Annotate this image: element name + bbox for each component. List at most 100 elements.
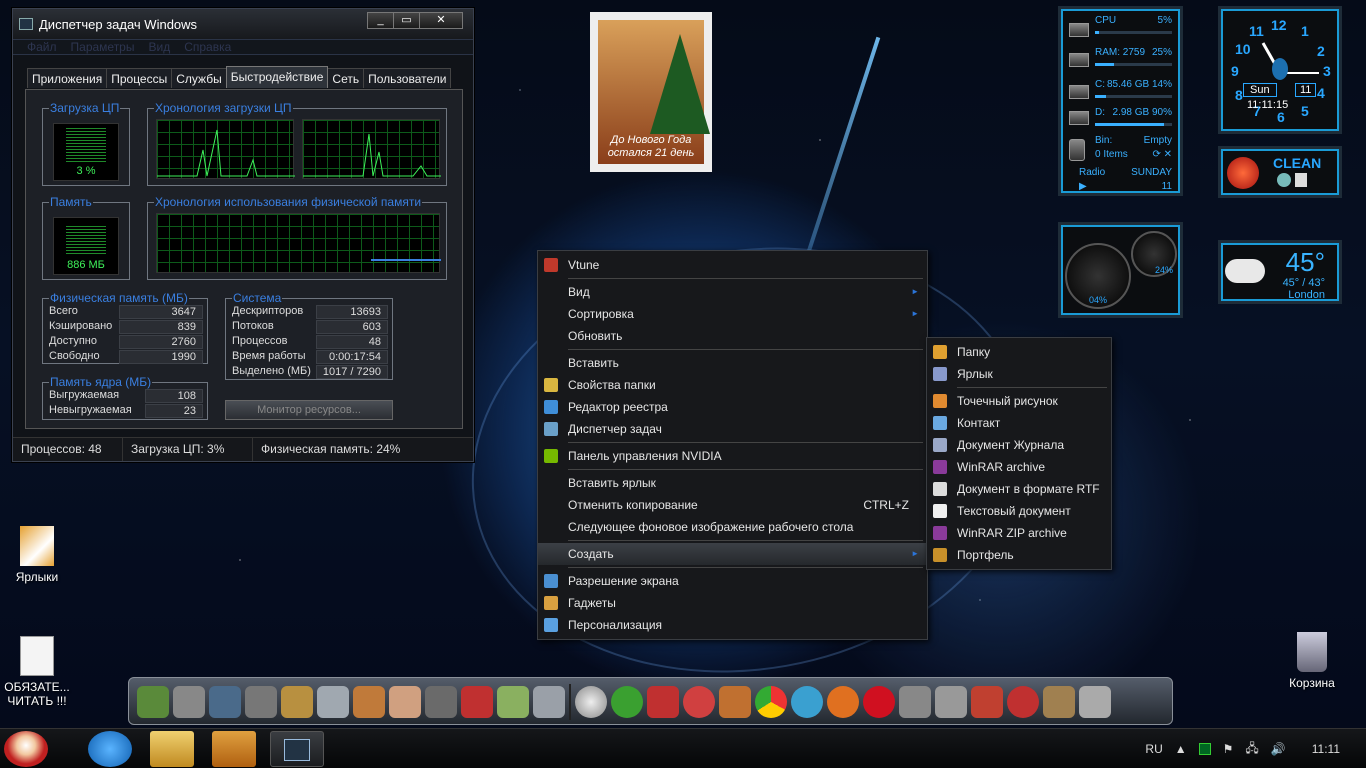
context-menu-item[interactable]: Обновить bbox=[538, 325, 927, 347]
dock-scanner-icon[interactable] bbox=[281, 686, 313, 718]
dock-cleaner2-icon[interactable] bbox=[1007, 686, 1039, 718]
context-menu-item[interactable]: Создать ► bbox=[538, 543, 927, 565]
context-menu-item[interactable]: Следующее фоновое изображение рабочего с… bbox=[538, 516, 927, 538]
explorer-icon[interactable] bbox=[150, 731, 194, 767]
dock-chess-icon[interactable] bbox=[497, 686, 529, 718]
taskbar-task-manager[interactable] bbox=[270, 731, 324, 767]
create-submenu-item[interactable]: WinRAR archive bbox=[927, 456, 1111, 478]
context-menu-item[interactable]: Вставить ярлык bbox=[538, 472, 927, 494]
tab-applications[interactable]: Приложения bbox=[27, 68, 108, 88]
start-button[interactable] bbox=[4, 731, 48, 767]
dock-aida64-icon[interactable] bbox=[647, 686, 679, 718]
dock-mouse-icon[interactable] bbox=[533, 686, 565, 718]
dock-dvd-icon[interactable] bbox=[575, 686, 607, 718]
play-icon[interactable]: ▶ bbox=[1079, 181, 1087, 192]
create-submenu-item[interactable]: Портфель bbox=[927, 544, 1111, 566]
dock-pen-icon[interactable] bbox=[425, 686, 457, 718]
menu-options[interactable]: Параметры bbox=[71, 40, 135, 54]
dock-trash-icon[interactable] bbox=[1079, 686, 1111, 718]
context-menu-item[interactable]: Сортировка ► bbox=[538, 303, 927, 325]
tray-expand-icon[interactable]: ▲ bbox=[1175, 742, 1187, 756]
menu-help[interactable]: Справка bbox=[184, 40, 231, 54]
tray-clock[interactable]: 11:11 bbox=[1312, 742, 1340, 756]
context-menu-item[interactable]: Свойства папки bbox=[538, 374, 927, 396]
title-bar[interactable]: Диспетчер задач Windows _ ▭ ✕ bbox=[13, 9, 473, 39]
context-menu-item[interactable]: Разрешение экрана bbox=[538, 570, 927, 592]
network-icon[interactable]: 🖧 bbox=[1245, 739, 1258, 760]
create-submenu-item[interactable]: Контакт bbox=[927, 412, 1111, 434]
dock-ccleaner-icon[interactable] bbox=[683, 686, 715, 718]
action-center-flag-icon[interactable]: ⚑ bbox=[1223, 742, 1234, 756]
refresh-icon[interactable]: ⟳ ✕ bbox=[1152, 149, 1172, 160]
close-button[interactable]: ✕ bbox=[419, 12, 463, 29]
task-manager-window[interactable]: Диспетчер задач Windows _ ▭ ✕ Файл Парам… bbox=[12, 8, 474, 462]
context-menu-item[interactable]: Диспетчер задач bbox=[538, 418, 927, 440]
create-submenu-item[interactable]: Документ в формате RTF bbox=[927, 478, 1111, 500]
minimize-button[interactable]: _ bbox=[367, 12, 394, 29]
create-submenu-item[interactable]: Документ Журнала bbox=[927, 434, 1111, 456]
context-menu-item[interactable]: Вид ► bbox=[538, 281, 927, 303]
create-submenu-item[interactable]: Ярлык bbox=[927, 363, 1111, 385]
dock-maps-icon[interactable] bbox=[791, 686, 823, 718]
dock-computer-icon[interactable] bbox=[209, 686, 241, 718]
weather-gadget[interactable]: 45° 45° / 43° London bbox=[1218, 240, 1342, 304]
desktop-icon-readme[interactable]: ОБЯЗАТЕ... ЧИТАТЬ !!! bbox=[2, 636, 72, 708]
dock-tower-icon[interactable] bbox=[245, 686, 277, 718]
cleaner-gadget[interactable]: CLEAN bbox=[1218, 146, 1342, 198]
tab-networking[interactable]: Сеть bbox=[327, 68, 365, 88]
media-player-icon[interactable] bbox=[212, 731, 256, 767]
context-menu-item[interactable]: Вставить bbox=[538, 352, 927, 374]
volume-icon[interactable]: 🔊 bbox=[1271, 742, 1286, 756]
dock-settings-icon[interactable] bbox=[1043, 686, 1075, 718]
create-submenu-item[interactable]: Текстовый документ bbox=[927, 500, 1111, 522]
desktop-icon-shortcuts[interactable]: Ярлыки bbox=[2, 526, 72, 584]
trash-icon[interactable] bbox=[1295, 173, 1307, 187]
context-menu-item[interactable]: Vtune bbox=[538, 254, 927, 276]
context-menu-item[interactable]: Гаджеты bbox=[538, 592, 927, 614]
language-indicator[interactable]: RU bbox=[1145, 742, 1162, 756]
dock-utorrent-icon[interactable] bbox=[611, 686, 643, 718]
internet-explorer-icon[interactable] bbox=[88, 731, 132, 767]
globe-icon[interactable] bbox=[1277, 173, 1291, 187]
create-submenu-item[interactable]: Папку bbox=[927, 341, 1111, 363]
dock-firefox-icon[interactable] bbox=[827, 686, 859, 718]
dock-photos-icon[interactable] bbox=[317, 686, 349, 718]
system-monitor-gadget[interactable]: CPU 5% RAM: 2759 25% C: 85.46 GB 14% D: 2.98… bbox=[1058, 6, 1183, 196]
maximize-button[interactable]: ▭ bbox=[393, 12, 420, 29]
menu-file[interactable]: Файл bbox=[27, 40, 57, 54]
context-menu-item[interactable]: Редактор реестра bbox=[538, 396, 927, 418]
dock-phone-icon[interactable] bbox=[173, 686, 205, 718]
desktop-icon-recycle-bin[interactable]: Корзина bbox=[1277, 632, 1347, 690]
radio-label[interactable]: Radio bbox=[1079, 167, 1105, 178]
create-submenu-item[interactable]: Точечный рисунок bbox=[927, 390, 1111, 412]
dock-network-icon[interactable] bbox=[461, 686, 493, 718]
tray-app-icon[interactable] bbox=[1198, 743, 1211, 755]
tab-users[interactable]: Пользователи bbox=[363, 68, 452, 88]
context-menu-item[interactable]: Отменить копирование CTRL+Z bbox=[538, 494, 927, 516]
dock-printer-icon[interactable] bbox=[899, 686, 931, 718]
dock-chrome-icon[interactable] bbox=[755, 686, 787, 718]
create-submenu-item[interactable]: WinRAR ZIP archive bbox=[927, 522, 1111, 544]
briefcase-icon bbox=[933, 548, 947, 562]
new-year-countdown-gadget[interactable]: До Нового Года остался 21 день bbox=[590, 12, 712, 172]
context-menu-item[interactable]: Персонализация bbox=[538, 614, 927, 636]
sys-uptime-value: 0:00:17:54 bbox=[316, 350, 388, 364]
folder-icon bbox=[933, 345, 947, 359]
resource-monitor-button[interactable]: Монитор ресурсов... bbox=[225, 400, 393, 420]
dock-tools-icon[interactable] bbox=[353, 686, 385, 718]
tab-performance[interactable]: Быстродействие bbox=[225, 66, 329, 88]
gauge-gadget[interactable]: 04% 24% bbox=[1058, 222, 1183, 318]
clean-label[interactable]: CLEAN bbox=[1273, 155, 1321, 171]
tab-services[interactable]: Службы bbox=[171, 68, 227, 88]
drive-d-bar bbox=[1095, 123, 1172, 126]
dock-box-icon[interactable] bbox=[719, 686, 751, 718]
dock-opera-icon[interactable] bbox=[863, 686, 895, 718]
tab-processes[interactable]: Процессы bbox=[106, 68, 173, 88]
dock-home-icon[interactable] bbox=[389, 686, 421, 718]
menu-view[interactable]: Вид bbox=[148, 40, 170, 54]
clock-gadget[interactable]: 12 1 2 3 4 5 6 7 8 9 10 11 Sun 11 11:11:… bbox=[1218, 6, 1342, 134]
dock-camera-icon[interactable] bbox=[935, 686, 967, 718]
dock-desktop-icon[interactable] bbox=[137, 686, 169, 718]
context-menu-item[interactable]: Панель управления NVIDIA bbox=[538, 445, 927, 467]
dock-factory-icon[interactable] bbox=[971, 686, 1003, 718]
